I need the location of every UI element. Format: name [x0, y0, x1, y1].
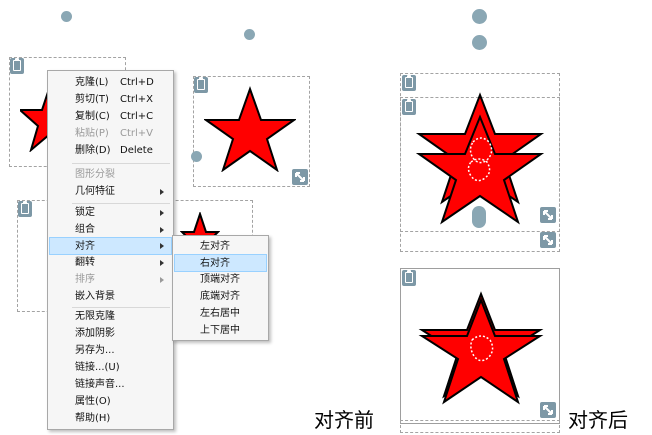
menu-item-clone[interactable]: 克隆(L) Ctrl+D — [49, 74, 172, 92]
menu-item-label: 上下居中 — [200, 325, 240, 336]
submenu-item-center-horizontal[interactable]: 左右居中 — [174, 305, 267, 323]
menu-item-shortcut: Ctrl+X — [120, 94, 154, 105]
clipboard-icon[interactable] — [402, 270, 416, 286]
menu-item-shortcut: Ctrl+V — [120, 128, 154, 139]
submenu-arrow-icon — [160, 260, 164, 266]
clipboard-icon[interactable] — [402, 75, 416, 91]
menu-item-label: 链接...(U) — [75, 362, 120, 373]
menu-item-label: 嵌入背景 — [75, 291, 115, 302]
menu-item-label: 无限克隆 — [75, 311, 115, 322]
menu-separator — [72, 163, 170, 164]
clipboard-icon[interactable] — [402, 99, 416, 115]
menu-item-label: 链接声音... — [75, 379, 125, 390]
menu-item-label: 另存为... — [75, 345, 115, 356]
menu-item-label: 翻转 — [75, 257, 95, 268]
menu-item-align[interactable]: 对齐 — [49, 237, 172, 255]
menu-item-label: 顶端对齐 — [200, 274, 240, 285]
menu-item-properties[interactable]: 属性(O) — [49, 393, 172, 411]
resize-icon[interactable] — [540, 232, 556, 248]
menu-item-label: 复制(C) — [75, 111, 110, 122]
menu-item-label: 粘贴(P) — [75, 128, 109, 139]
menu-item-label: 帮助(H) — [75, 413, 111, 424]
menu-item-save-as[interactable]: 另存为... — [49, 342, 172, 360]
shape-frame[interactable] — [400, 420, 560, 433]
menu-item-delete[interactable]: 删除(D) Delete — [49, 142, 172, 160]
resize-icon[interactable] — [540, 207, 556, 223]
handle-dot[interactable] — [244, 29, 255, 40]
menu-item-label: 克隆(L) — [75, 77, 109, 88]
submenu-item-center-vertical[interactable]: 上下居中 — [174, 322, 267, 340]
menu-item-shortcut: Delete — [120, 145, 153, 156]
handle-dot[interactable] — [472, 35, 487, 50]
clipboard-icon[interactable] — [10, 58, 24, 74]
handle-dot[interactable] — [191, 151, 202, 162]
menu-item-geometry[interactable]: 几何特征 — [49, 183, 172, 201]
clipboard-icon[interactable] — [18, 201, 32, 217]
submenu-item-align-right[interactable]: 右对齐 — [174, 254, 267, 272]
submenu-item-align-bottom[interactable]: 底端对齐 — [174, 288, 267, 306]
handle-dot[interactable] — [472, 9, 487, 24]
submenu-item-align-top[interactable]: 顶端对齐 — [174, 271, 267, 289]
submenu-arrow-icon — [160, 227, 164, 233]
submenu-arrow-icon — [160, 210, 164, 216]
handle-dot[interactable] — [61, 11, 72, 22]
resize-icon[interactable] — [540, 402, 556, 418]
menu-item-label: 锁定 — [75, 207, 95, 218]
menu-item-label: 剪切(T) — [75, 94, 109, 105]
menu-item-label: 排序 — [75, 274, 95, 285]
star-shape[interactable] — [204, 86, 296, 172]
menu-item-paste: 粘贴(P) Ctrl+V — [49, 125, 172, 143]
align-submenu: 左对齐 右对齐 顶端对齐 底端对齐 左右居中 上下居中 — [172, 235, 269, 341]
handle-dot[interactable] — [472, 206, 486, 228]
caption-after-align: 对齐后 — [568, 408, 628, 432]
menu-item-lock[interactable]: 锁定 — [49, 204, 172, 222]
menu-item-flip[interactable]: 翻转 — [49, 254, 172, 272]
menu-item-link-sound[interactable]: 链接声音... — [49, 376, 172, 394]
menu-item-add-shadow[interactable]: 添加阴影 — [49, 325, 172, 343]
menu-item-shortcut: Ctrl+C — [120, 111, 154, 122]
menu-item-label: 底端对齐 — [200, 291, 240, 302]
submenu-arrow-icon — [160, 243, 164, 249]
menu-item-shortcut: Ctrl+D — [120, 77, 154, 88]
menu-item-embed-background[interactable]: 嵌入背景 — [49, 288, 172, 306]
menu-item-order: 排序 — [49, 271, 172, 289]
context-menu: 克隆(L) Ctrl+D 剪切(T) Ctrl+X 复制(C) Ctrl+C 粘贴(P… — [47, 70, 174, 430]
menu-item-label: 几何特征 — [75, 186, 115, 197]
caption-before-align: 对齐前 — [314, 408, 374, 432]
menu-item-copy[interactable]: 复制(C) Ctrl+C — [49, 108, 172, 126]
menu-item-split-shape: 图形分裂 — [49, 166, 172, 184]
star-shape[interactable] — [418, 290, 544, 408]
menu-item-label: 添加阴影 — [75, 328, 115, 339]
menu-item-label: 属性(O) — [75, 396, 111, 407]
menu-item-link[interactable]: 链接...(U) — [49, 359, 172, 377]
menu-item-label: 左右居中 — [200, 308, 240, 319]
menu-item-infinite-clone[interactable]: 无限克隆 — [49, 308, 172, 326]
submenu-arrow-icon — [160, 277, 164, 283]
menu-item-label: 删除(D) — [75, 145, 111, 156]
resize-icon[interactable] — [292, 169, 308, 185]
submenu-arrow-icon — [160, 189, 164, 195]
menu-item-label: 图形分裂 — [75, 169, 115, 180]
menu-item-help[interactable]: 帮助(H) — [49, 410, 172, 428]
menu-item-cut[interactable]: 剪切(T) Ctrl+X — [49, 91, 172, 109]
